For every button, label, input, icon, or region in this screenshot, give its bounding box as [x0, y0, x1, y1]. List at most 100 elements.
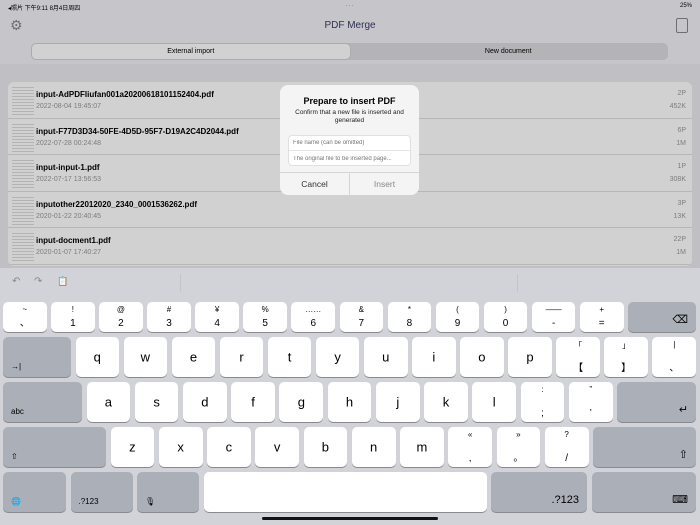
key-label: p	[526, 349, 534, 365]
key-label: 【	[573, 363, 584, 374]
key-shift-label: @	[116, 305, 125, 314]
key[interactable]: :;	[520, 382, 565, 422]
file-name-input[interactable]	[289, 136, 410, 151]
key[interactable]: ) 0	[483, 302, 528, 332]
key[interactable]: t	[267, 337, 312, 377]
hide-keyboard-key[interactable]: ⌨	[591, 472, 696, 512]
undo-icon[interactable]: ↶	[12, 276, 20, 287]
tab-icon: →|	[11, 362, 22, 371]
key[interactable]: ! 1	[51, 302, 95, 332]
key[interactable]: p	[508, 337, 552, 377]
globe-key[interactable]: 🌐	[3, 472, 66, 512]
key[interactable]: k	[424, 382, 468, 422]
key[interactable]: + =	[579, 302, 624, 332]
space-bar[interactable]	[203, 472, 487, 512]
key[interactable]: g	[279, 382, 324, 422]
key-shift-label: :	[541, 385, 544, 394]
tab-key[interactable]: →|	[3, 337, 71, 377]
key[interactable]: d	[182, 382, 227, 422]
return-key[interactable]: ↵	[617, 382, 697, 422]
key[interactable]: e	[171, 337, 216, 377]
key-label: .?123	[78, 497, 99, 506]
key[interactable]: b	[303, 427, 348, 467]
key[interactable]: z	[110, 427, 155, 467]
key[interactable]: l	[472, 382, 517, 422]
key-label: m	[416, 439, 428, 455]
delete-key[interactable]: ⌫	[628, 302, 697, 332]
pdf-merge-app: ◂照片 下午9:11 8月4日周四 ··· 25% ⚙ PDF Merge Ex…	[0, 0, 700, 268]
key[interactable]: (9	[435, 302, 480, 332]
shift-icon: ⇧	[11, 452, 18, 461]
key[interactable]: f	[231, 382, 275, 422]
key[interactable]: 」】	[604, 337, 648, 377]
key-label: w	[140, 349, 151, 365]
key[interactable]: c	[207, 427, 251, 467]
insert-page-input[interactable]	[289, 151, 410, 166]
key-label: v	[273, 439, 281, 455]
dialog-message: Confirm that a new file is inserted and …	[295, 109, 404, 124]
key[interactable]: % 5	[243, 302, 287, 332]
key[interactable]: a	[86, 382, 131, 422]
key-shift-label: &	[358, 305, 364, 314]
key[interactable]: —— -	[531, 302, 576, 332]
key[interactable]: ? /	[544, 427, 589, 467]
key-label: 0	[502, 318, 509, 329]
paste-icon[interactable]: 📋	[57, 276, 68, 287]
key-label: y	[334, 349, 341, 365]
key-label: n	[370, 439, 378, 455]
key[interactable]: 「【	[556, 337, 600, 377]
key-shift-label: ……	[305, 305, 322, 314]
cancel-button[interactable]: Cancel	[280, 173, 350, 195]
key-label: 7	[358, 318, 365, 329]
key[interactable]: j	[375, 382, 420, 422]
shift-key-left[interactable]: ⇧	[3, 427, 106, 467]
key[interactable]: y	[315, 337, 360, 377]
key-shift-label: (	[456, 305, 459, 314]
key[interactable]: q	[75, 337, 120, 377]
key[interactable]: m	[400, 427, 444, 467]
divider	[517, 274, 518, 292]
key-label: f	[251, 394, 255, 410]
key[interactable]: n	[351, 427, 396, 467]
key[interactable]: w	[123, 337, 168, 377]
key[interactable]: #3	[147, 302, 191, 332]
key[interactable]: …… 6	[291, 302, 336, 332]
key-label: -	[551, 318, 556, 329]
numbers-key-left[interactable]: .?123	[70, 472, 133, 512]
key[interactable]: x	[158, 427, 203, 467]
dictation-key[interactable]: 🎙	[137, 472, 199, 512]
insert-button[interactable]: Insert	[350, 173, 419, 195]
key[interactable]: i	[412, 337, 456, 377]
key[interactable]: ~、	[3, 302, 47, 332]
key[interactable]: ”’	[568, 382, 613, 422]
key[interactable]: «,	[448, 427, 492, 467]
key[interactable]: ¥4	[195, 302, 239, 332]
abc-key[interactable]: abc	[3, 382, 82, 422]
key[interactable]: v	[255, 427, 299, 467]
key[interactable]: »。	[496, 427, 541, 467]
key-label: 】	[621, 363, 632, 374]
redo-icon[interactable]: ↷	[34, 276, 42, 287]
key-label: u	[382, 349, 390, 365]
key[interactable]: o	[460, 337, 504, 377]
key-shift-label: |	[673, 340, 676, 349]
key-shift-label: ?	[564, 430, 569, 439]
key-label: b	[321, 439, 329, 455]
key[interactable]: |、	[652, 337, 697, 377]
home-indicator[interactable]	[262, 517, 438, 520]
microphone-icon: 🎙	[145, 497, 156, 506]
key[interactable]: & 7	[339, 302, 384, 332]
insert-pdf-dialog: Prepare to insert PDF Confirm that a new…	[280, 85, 419, 195]
key-label: 1	[70, 318, 76, 329]
key[interactable]: u	[363, 337, 408, 377]
key[interactable]: r	[219, 337, 264, 377]
key[interactable]: @2	[99, 302, 143, 332]
key-label: i	[432, 349, 436, 365]
key-shift-label: »	[516, 430, 521, 439]
numbers-key-right[interactable]: .?123	[491, 472, 587, 512]
key[interactable]: * 8	[387, 302, 432, 332]
key[interactable]: h	[327, 382, 372, 422]
key-label: t	[287, 349, 292, 365]
shift-key-right[interactable]: ⇧	[593, 427, 696, 467]
key[interactable]: s	[134, 382, 179, 422]
